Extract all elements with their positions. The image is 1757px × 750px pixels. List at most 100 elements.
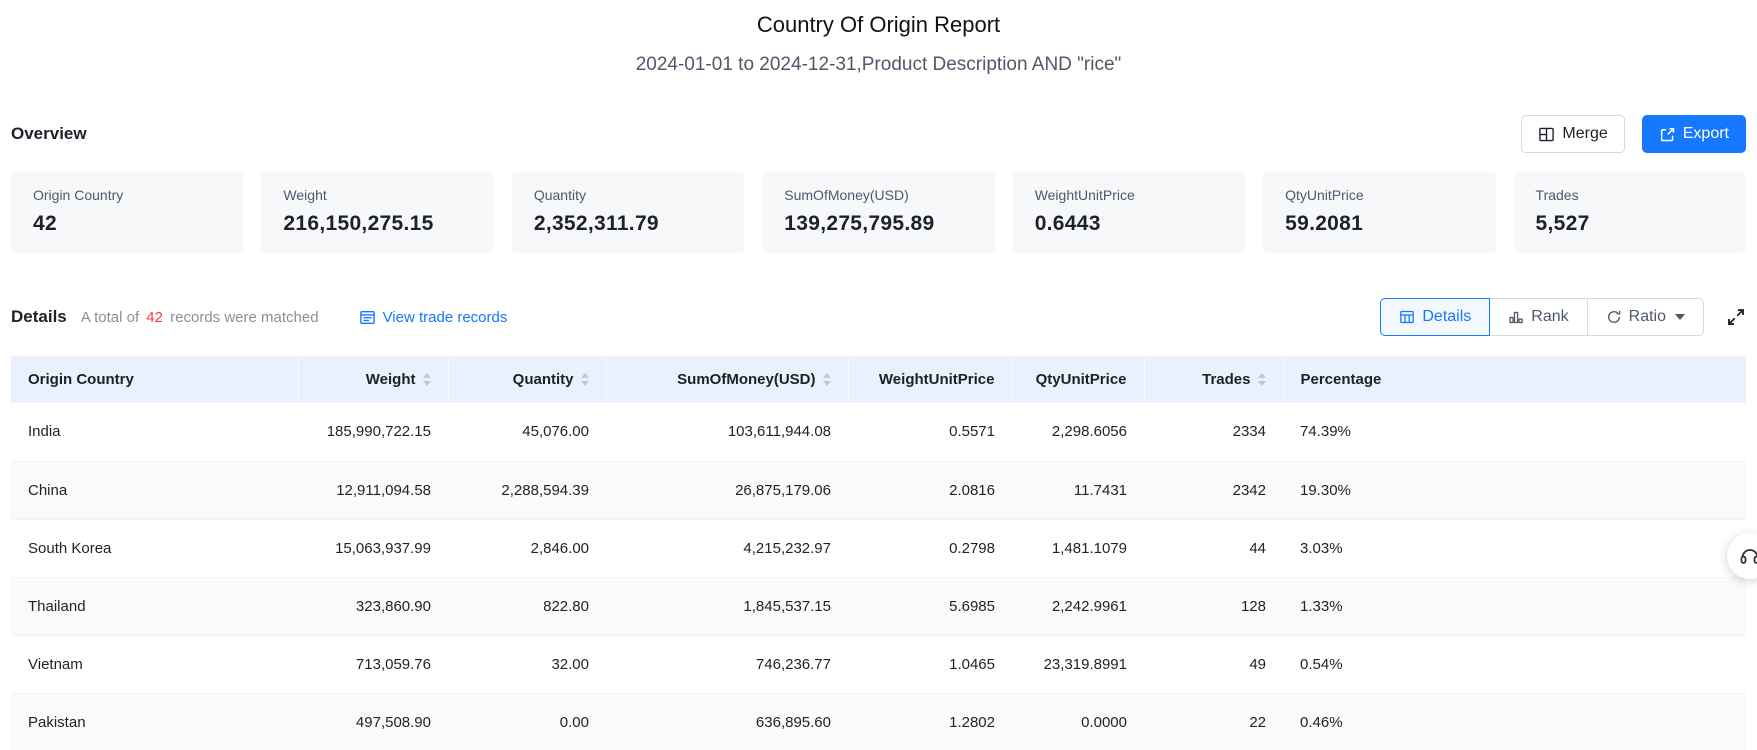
- table-cell-qtyunitprice: 1,481.1079: [1012, 519, 1144, 578]
- ratio-view-icon: [1606, 309, 1622, 325]
- rank-view-icon: [1508, 309, 1524, 325]
- rank-view-label: Rank: [1531, 308, 1569, 325]
- table-cell-sumofmoney-usd: 746,236.77: [606, 635, 848, 694]
- table-cell-origin-country: Pakistan: [11, 693, 298, 750]
- column-header-quantity[interactable]: Quantity: [448, 356, 607, 403]
- table-cell-origin-country: India: [11, 403, 298, 462]
- details-table: Origin Country Weight Quantity SumOfMoney(U…: [11, 356, 1746, 750]
- sort-icon[interactable]: [1257, 373, 1266, 386]
- card-label: SumOfMoney(USD): [784, 187, 909, 203]
- card-value: 42: [33, 212, 57, 235]
- view-switcher: Details Rank Ratio: [1380, 298, 1704, 336]
- export-button[interactable]: Export: [1641, 115, 1746, 153]
- trade-records-icon: [359, 309, 376, 326]
- table-cell-weightunitprice: 1.2802: [848, 693, 1012, 750]
- table-cell-weightunitprice: 2.0816: [848, 461, 1012, 520]
- view-trade-records-label: View trade records: [382, 308, 508, 326]
- table-cell-quantity: 2,288,594.39: [448, 461, 606, 520]
- table-cell-percentage: 0.54%: [1283, 635, 1746, 694]
- table-cell-weight: 497,508.90: [298, 693, 448, 750]
- card-label: Origin Country: [33, 187, 124, 203]
- overview-card: SumOfMoney(USD) 139,275,795.89: [762, 172, 995, 253]
- table-cell-trades: 44: [1144, 519, 1283, 578]
- card-value: 59.2081: [1285, 212, 1364, 235]
- column-header-label: Percentage: [1300, 371, 1382, 388]
- column-header-percentage: Percentage: [1283, 356, 1746, 403]
- details-view-icon: [1399, 309, 1415, 325]
- table-cell-quantity: 822.80: [448, 577, 606, 636]
- card-label: WeightUnitPrice: [1034, 187, 1135, 203]
- table-row: Vietnam 713,059.76 32.00 746,236.77 1.0465 23…: [11, 635, 1746, 694]
- overview-card: WeightUnitPrice 0.6443: [1012, 172, 1246, 253]
- matched-suffix: records were matched: [170, 308, 319, 326]
- details-header-row: Details A total of 42 records were match…: [11, 297, 1746, 337]
- ratio-view-label: Ratio: [1628, 308, 1666, 325]
- card-value: 0.6443: [1034, 212, 1101, 235]
- table-header-row: Origin Country Weight Quantity SumOfMoney(U…: [11, 356, 1746, 403]
- sort-icon[interactable]: [580, 373, 589, 386]
- table-cell-quantity: 0.00: [448, 693, 606, 750]
- details-section-title: Details: [11, 307, 67, 326]
- table-cell-trades: 49: [1144, 635, 1283, 694]
- table-cell-trades: 2342: [1144, 461, 1283, 520]
- table-cell-quantity: 2,846.00: [448, 519, 606, 578]
- table-cell-quantity: 32.00: [448, 635, 606, 694]
- matched-prefix: A total of: [80, 308, 140, 326]
- card-value: 216,150,275.15: [283, 212, 434, 235]
- rank-view-button[interactable]: Rank: [1489, 298, 1588, 336]
- table-cell-weightunitprice: 1.0465: [848, 635, 1012, 694]
- column-header-label: QtyUnitPrice: [1035, 371, 1127, 388]
- column-header-label: SumOfMoney(USD): [677, 371, 816, 388]
- table-cell-sumofmoney-usd: 4,215,232.97: [606, 519, 848, 578]
- table-cell-sumofmoney-usd: 26,875,179.06: [606, 461, 848, 520]
- table-cell-quantity: 45,076.00: [448, 403, 606, 462]
- ratio-view-button[interactable]: Ratio: [1586, 298, 1704, 336]
- card-value: 2,352,311.79: [533, 212, 659, 235]
- column-header-trades[interactable]: Trades: [1144, 356, 1284, 403]
- table-cell-weight: 185,990,722.15: [298, 403, 448, 462]
- chevron-down-icon: [1675, 314, 1685, 320]
- column-header-label: Trades: [1202, 371, 1251, 388]
- card-label: Quantity: [533, 187, 586, 203]
- table-cell-weightunitprice: 0.2798: [848, 519, 1012, 578]
- table-row: South Korea 15,063,937.99 2,846.00 4,215,23…: [11, 519, 1746, 578]
- table-cell-qtyunitprice: 23,319.8991: [1012, 635, 1144, 694]
- overview-actions: Merge Export: [1521, 115, 1746, 153]
- table-cell-origin-country: Thailand: [11, 577, 298, 636]
- card-label: QtyUnitPrice: [1285, 187, 1364, 203]
- sort-icon[interactable]: [422, 373, 431, 386]
- fullscreen-icon[interactable]: [1726, 307, 1746, 327]
- overview-card: QtyUnitPrice 59.2081: [1263, 172, 1496, 253]
- table-row: Pakistan 497,508.90 0.00 636,895.60 1.2802 0.…: [11, 693, 1746, 750]
- column-header-origin-country: Origin Country: [11, 356, 299, 403]
- view-trade-records-link[interactable]: View trade records: [359, 308, 508, 326]
- card-value: 5,527: [1535, 212, 1590, 235]
- details-view-button[interactable]: Details: [1380, 298, 1491, 336]
- headset-icon: [1738, 544, 1757, 568]
- column-header-qtyunitprice: QtyUnitPrice: [1012, 356, 1145, 403]
- export-icon: [1659, 126, 1676, 143]
- column-header-weight[interactable]: Weight: [298, 356, 449, 403]
- table-row: China 12,911,094.58 2,288,594.39 26,875,179…: [11, 461, 1746, 520]
- details-left: Details A total of 42 records were match…: [11, 307, 507, 327]
- merge-button-label: Merge: [1562, 125, 1608, 142]
- column-header-label: Weight: [365, 371, 416, 388]
- overview-card: Quantity 2,352,311.79: [511, 172, 745, 253]
- overview-header-row: Overview Merge Export: [11, 114, 1746, 154]
- column-header-sumofmoney-usd[interactable]: SumOfMoney(USD): [606, 356, 849, 403]
- report-subtitle: 2024-01-01 to 2024-12-31,Product Descrip…: [635, 54, 1122, 75]
- table-body: India 185,990,722.15 45,076.00 103,611,944.…: [11, 403, 1746, 750]
- merge-button[interactable]: Merge: [1521, 115, 1625, 153]
- table-cell-percentage: 1.33%: [1283, 577, 1746, 636]
- table-cell-percentage: 0.46%: [1283, 693, 1746, 750]
- overview-section-title: Overview: [11, 124, 87, 143]
- table-cell-qtyunitprice: 2,298.6056: [1012, 403, 1144, 462]
- table-cell-qtyunitprice: 0.0000: [1012, 693, 1144, 750]
- column-header-weightunitprice: WeightUnitPrice: [848, 356, 1013, 403]
- table-cell-weight: 15,063,937.99: [298, 519, 448, 578]
- table-cell-qtyunitprice: 2,242.9961: [1012, 577, 1144, 636]
- sort-icon[interactable]: [822, 373, 831, 386]
- matched-count: 42: [146, 308, 163, 326]
- table-cell-weight: 713,059.76: [298, 635, 448, 694]
- overview-card: Origin Country 42: [11, 172, 244, 253]
